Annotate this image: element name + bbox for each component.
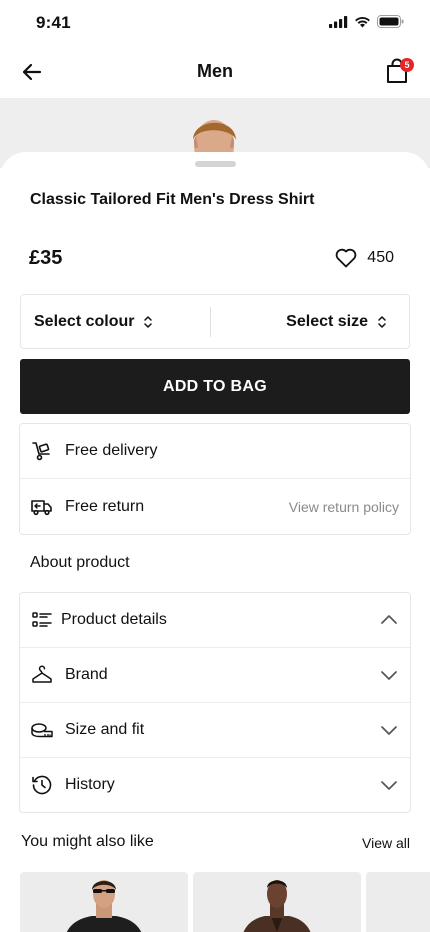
variant-selectors: Select colour Select size (20, 294, 410, 349)
nav-bar: Men 5 (0, 46, 430, 98)
recommendations-heading: You might also like (21, 833, 154, 850)
list-icon (32, 612, 52, 627)
battery-icon (377, 15, 404, 28)
view-all-link[interactable]: View all (362, 835, 410, 851)
product-accordion: Product details Brand Size and fit Histo… (19, 592, 411, 813)
bag-count-badge: 5 (400, 58, 414, 72)
accordion-history[interactable]: History (20, 758, 410, 813)
recommended-product-image (66, 880, 142, 932)
hanger-icon (32, 665, 52, 683)
chevron-up-down-icon (144, 315, 153, 328)
size-selector[interactable]: Select size (211, 295, 409, 348)
status-icons (329, 15, 404, 28)
favourite-button[interactable]: 450 (335, 248, 394, 268)
chevron-up-icon (381, 615, 397, 624)
recommended-product-card[interactable] (20, 872, 188, 932)
cellular-signal-icon (329, 15, 348, 28)
free-delivery-row: Free delivery (20, 424, 410, 479)
shopping-bag-button[interactable]: 5 (382, 56, 414, 86)
product-price: £35 (29, 247, 63, 269)
product-title: Classic Tailored Fit Men's Dress Shirt (30, 191, 315, 208)
chevron-down-icon (381, 726, 397, 735)
delivery-trolley-icon (32, 442, 50, 461)
page-title: Men (197, 61, 233, 81)
accordion-label: Product details (61, 611, 167, 628)
product-sheet: Classic Tailored Fit Men's Dress Shirt £… (0, 152, 430, 932)
recommended-product-card[interactable] (193, 872, 361, 932)
recommended-product-image (243, 880, 311, 932)
chevron-down-icon (381, 781, 397, 790)
accordion-product-details[interactable]: Product details (20, 593, 410, 648)
about-product-heading: About product (30, 554, 130, 571)
size-selector-label: Select size (286, 312, 368, 330)
free-return-row: Free return View return policy (20, 479, 410, 534)
return-policy-link[interactable]: View return policy (289, 499, 399, 515)
history-icon (32, 775, 52, 795)
chevron-down-icon (381, 671, 397, 680)
status-time: 9:41 (36, 13, 71, 32)
heart-icon (335, 248, 357, 268)
favourite-count: 450 (367, 249, 394, 266)
services-box: Free delivery Free return View return po… (19, 423, 411, 535)
accordion-brand[interactable]: Brand (20, 648, 410, 703)
return-truck-icon (31, 499, 52, 515)
accordion-label: Brand (65, 666, 108, 683)
tape-measure-icon (31, 723, 53, 738)
add-to-bag-button[interactable]: ADD TO BAG (20, 359, 410, 414)
free-delivery-label: Free delivery (65, 442, 158, 459)
free-return-label: Free return (65, 497, 145, 515)
accordion-label: Size and fit (65, 721, 145, 738)
colour-selector[interactable]: Select colour (21, 295, 210, 348)
status-bar: 9:41 (0, 0, 430, 46)
accordion-label: History (65, 776, 115, 793)
chevron-up-down-icon (378, 315, 386, 328)
sheet-grabber[interactable] (195, 161, 236, 167)
colour-selector-label: Select colour (34, 312, 135, 330)
recommended-product-card[interactable] (366, 872, 430, 932)
wifi-icon (355, 16, 370, 27)
accordion-size-and-fit[interactable]: Size and fit (20, 703, 410, 758)
